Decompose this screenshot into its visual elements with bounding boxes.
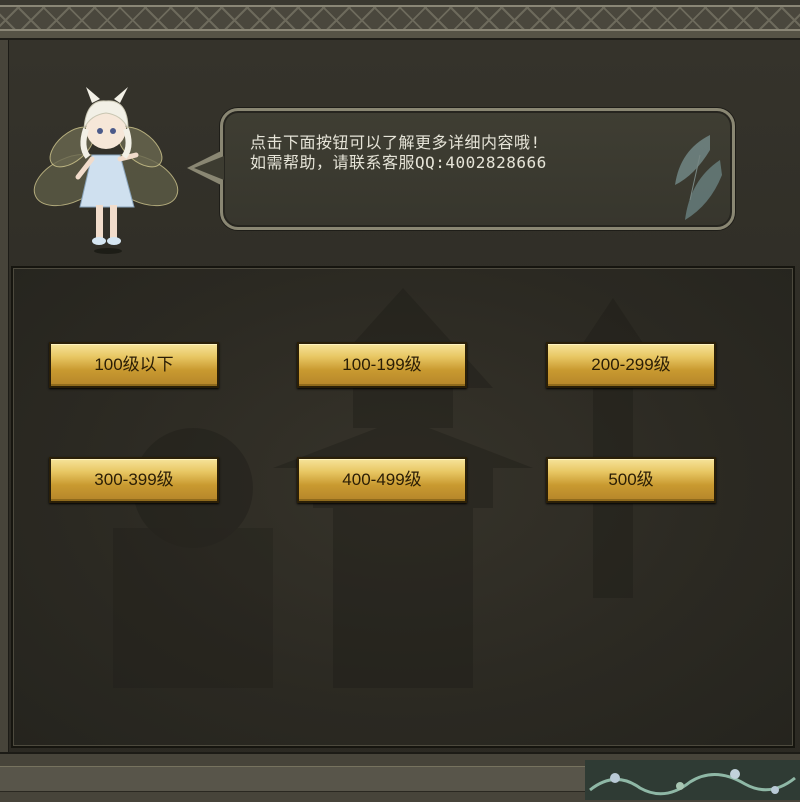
level-200-299-button[interactable]: 200-299级 — [546, 342, 716, 388]
level-selection-panel — [11, 266, 795, 748]
level-under-100-button[interactable]: 100级以下 — [49, 342, 219, 388]
border-underline — [0, 31, 800, 38]
dialog-line-1: 点击下面按钮可以了解更多详细内容哦! — [250, 133, 541, 152]
level-300-399-button[interactable]: 300-399级 — [49, 457, 219, 503]
level-500-button[interactable]: 500级 — [546, 457, 716, 503]
pagoda-watermark-icon — [113, 288, 653, 688]
left-edge-strip — [0, 40, 9, 760]
top-decorative-border — [0, 0, 800, 40]
speech-bubble-tail-inner — [194, 156, 224, 180]
level-400-499-button[interactable]: 400-499级 — [297, 457, 467, 503]
border-pattern — [0, 5, 800, 31]
floral-corner-icon — [585, 760, 800, 800]
dialog-line-2: 如需帮助，请联系客服QQ:4002828666 — [250, 153, 547, 172]
level-100-199-button[interactable]: 100-199级 — [297, 342, 467, 388]
fairy-mascot-icon — [33, 87, 179, 254]
dialog-text: 点击下面按钮可以了解更多详细内容哦! 如需帮助，请联系客服QQ:40028286… — [250, 133, 690, 173]
